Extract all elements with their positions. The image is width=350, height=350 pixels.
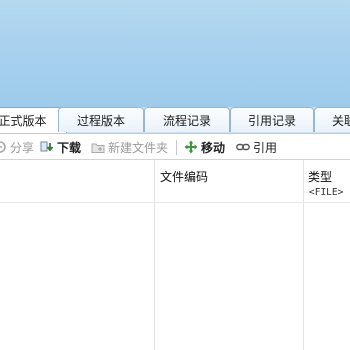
move-icon bbox=[184, 140, 198, 154]
new-folder-icon bbox=[91, 140, 105, 154]
tab-strip: 正式版本 过程版本 流程记录 引用记录 关联 bbox=[0, 107, 350, 133]
share-button[interactable]: 分享 bbox=[0, 138, 34, 156]
new-folder-button[interactable]: 新建文件夹 bbox=[91, 138, 168, 156]
link-icon bbox=[236, 140, 250, 154]
column-header-file-code[interactable]: 文件编码 bbox=[160, 168, 208, 185]
download-button[interactable]: 下载 bbox=[40, 138, 81, 156]
column-divider bbox=[303, 160, 304, 350]
column-filter-type[interactable]: <FILE> bbox=[309, 187, 343, 198]
share-label: 分享 bbox=[10, 140, 35, 155]
header-banner bbox=[0, 0, 350, 108]
tab-process-version[interactable]: 过程版本 bbox=[58, 107, 144, 132]
move-button[interactable]: 移动 bbox=[184, 138, 225, 156]
share-icon bbox=[0, 140, 7, 154]
tab-flow-record[interactable]: 流程记录 bbox=[144, 107, 230, 132]
tab-label: 正式版本 bbox=[0, 114, 47, 128]
download-icon bbox=[40, 140, 54, 154]
column-divider bbox=[154, 160, 155, 350]
tab-reference-record[interactable]: 引用记录 bbox=[230, 107, 314, 132]
tab-official-version[interactable]: 正式版本 bbox=[0, 107, 67, 133]
tab-label: 流程记录 bbox=[162, 113, 211, 128]
download-label: 下载 bbox=[57, 140, 82, 155]
move-label: 移动 bbox=[201, 140, 226, 155]
tab-label: 过程版本 bbox=[76, 113, 125, 128]
file-grid: 文件编码 类型 <FILE> bbox=[0, 160, 350, 350]
reference-button[interactable]: 引用 bbox=[236, 138, 277, 156]
toolbar-divider bbox=[176, 140, 177, 155]
app-window: 正式版本 过程版本 流程记录 引用记录 关联 分享 bbox=[0, 0, 350, 350]
column-header-type[interactable]: 类型 bbox=[308, 168, 332, 185]
tab-label: 关联 bbox=[332, 113, 350, 128]
toolbar: 分享 下载 新建文件夹 移动 引用 bbox=[0, 133, 350, 160]
new-folder-label: 新建文件夹 bbox=[108, 140, 169, 155]
header-row-divider bbox=[0, 202, 350, 203]
tab-related[interactable]: 关联 bbox=[314, 107, 350, 132]
tab-label: 引用记录 bbox=[247, 113, 296, 128]
reference-label: 引用 bbox=[253, 140, 278, 155]
